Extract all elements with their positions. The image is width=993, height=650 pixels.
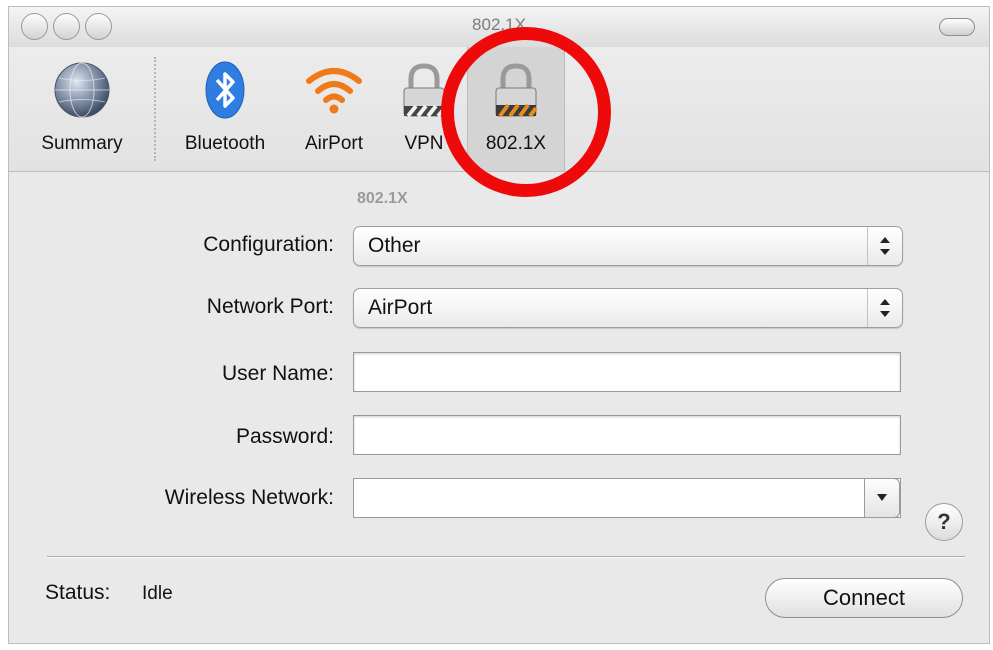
configuration-label: Configuration:: [203, 233, 334, 256]
bluetooth-icon: [195, 59, 255, 121]
user-name-field[interactable]: [353, 352, 901, 392]
wireless-network-label: Wireless Network:: [164, 486, 334, 509]
globe-icon: [52, 59, 112, 121]
toolbar-label-airport: AirPort: [304, 133, 364, 154]
annotation-circle: [441, 27, 611, 197]
configuration-popup[interactable]: Other: [353, 226, 903, 266]
toolbar-item-airport[interactable]: AirPort: [289, 53, 379, 165]
minimize-window-button[interactable]: [53, 13, 80, 40]
network-port-label: Network Port:: [206, 295, 334, 318]
password-label: Password:: [235, 425, 334, 448]
wifi-icon: [304, 59, 364, 121]
password-field[interactable]: [353, 415, 901, 455]
status-label: Status:: [45, 581, 111, 604]
network-window: 802.1X Summary Bluetooth AirPort VPN 802…: [8, 6, 990, 644]
status-value: Idle: [142, 583, 173, 604]
user-name-label: User Name:: [221, 362, 334, 385]
toolbar-label-bluetooth: Bluetooth: [184, 133, 266, 154]
content-pane: 802.1X Configuration: Other Network Port…: [9, 172, 989, 642]
close-window-button[interactable]: [21, 13, 48, 40]
configuration-value: Other: [368, 234, 421, 257]
dropdown-arrow-button[interactable]: [864, 478, 900, 518]
toolbar-separator: [154, 57, 156, 161]
wireless-network-combo[interactable]: [353, 478, 901, 518]
section-title: 802.1X: [357, 190, 408, 207]
toolbar-toggle-button[interactable]: [939, 18, 975, 36]
network-port-popup[interactable]: AirPort: [353, 288, 903, 328]
network-port-value: AirPort: [368, 296, 433, 319]
connect-button[interactable]: Connect: [765, 578, 963, 618]
zoom-window-button[interactable]: [85, 13, 112, 40]
toolbar-item-summary[interactable]: Summary: [17, 53, 147, 165]
popup-arrows-icon: [867, 227, 902, 265]
help-button[interactable]: ?: [925, 503, 963, 541]
chevron-down-icon: [877, 494, 887, 501]
toolbar-label-summary: Summary: [41, 133, 123, 154]
toolbar-item-bluetooth[interactable]: Bluetooth: [169, 53, 281, 165]
divider: [47, 556, 965, 558]
popup-arrows-icon: [867, 289, 902, 327]
